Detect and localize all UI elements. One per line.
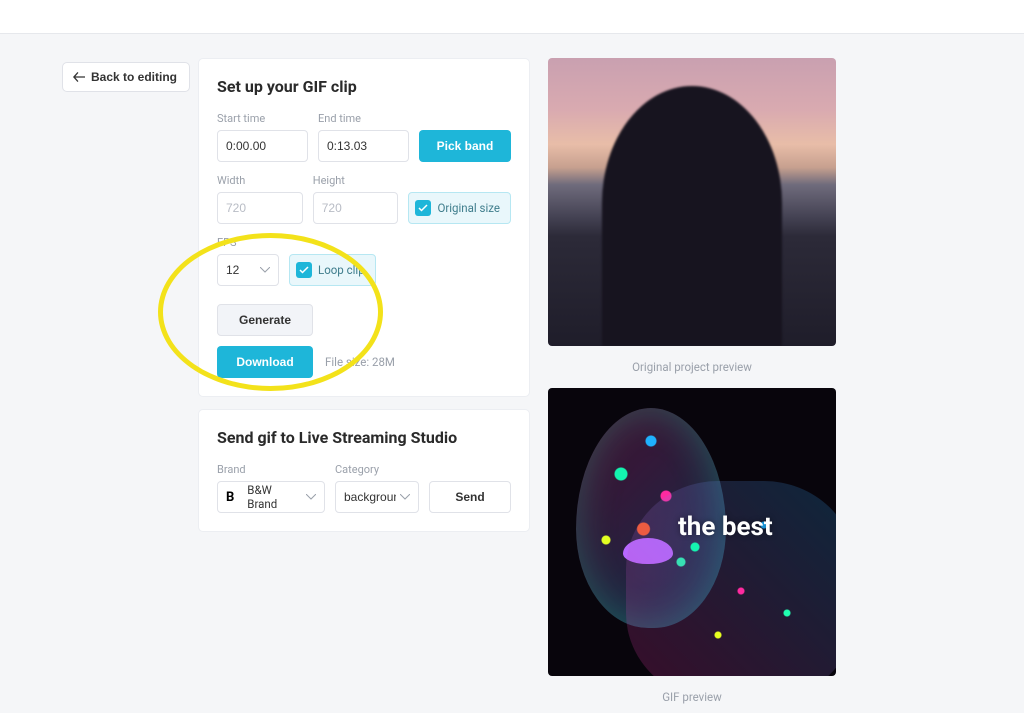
brand-select[interactable]: B B&W Brand xyxy=(217,481,325,513)
gif-overlay-text: the best xyxy=(678,512,773,542)
gif-preview-caption: GIF preview xyxy=(548,690,836,704)
width-label: Width xyxy=(217,174,303,187)
fps-label: FPS xyxy=(217,236,279,249)
fps-select[interactable]: 12 xyxy=(217,254,279,286)
generate-button[interactable]: Generate xyxy=(217,304,313,336)
start-time-input[interactable] xyxy=(217,130,308,162)
download-button[interactable]: Download xyxy=(217,346,313,378)
original-size-toggle[interactable]: Original size xyxy=(408,192,511,224)
brand-logo-icon: B xyxy=(226,490,234,505)
pick-band-button[interactable]: Pick band xyxy=(419,130,511,162)
file-size-text: File size: 28M xyxy=(325,355,395,369)
height-label: Height xyxy=(313,174,399,187)
brand-label: Brand xyxy=(217,463,325,476)
original-preview-caption: Original project preview xyxy=(548,360,836,374)
send-button[interactable]: Send xyxy=(429,481,511,513)
send-gif-panel: Send gif to Live Streaming Studio Brand … xyxy=(198,409,530,532)
original-preview: Videos xyxy=(548,58,836,346)
top-nav-bar xyxy=(0,0,1024,34)
category-select[interactable]: background xyxy=(335,481,419,513)
gif-preview: the best xyxy=(548,388,836,676)
category-label: Category xyxy=(335,463,419,476)
chevron-down-icon xyxy=(306,494,316,500)
check-icon xyxy=(296,262,312,278)
end-time-label: End time xyxy=(318,112,409,125)
back-label: Back to editing xyxy=(91,70,177,84)
end-time-input[interactable] xyxy=(318,130,409,162)
check-icon xyxy=(415,200,431,216)
start-time-label: Start time xyxy=(217,112,308,125)
loop-clip-toggle[interactable]: Loop clip xyxy=(289,254,376,286)
back-to-editing-button[interactable]: Back to editing xyxy=(62,62,190,92)
send-gif-title: Send gif to Live Streaming Studio xyxy=(217,428,511,447)
gif-setup-panel: Set up your GIF clip Start time End time… xyxy=(198,58,530,397)
width-input[interactable] xyxy=(217,192,303,224)
gif-setup-title: Set up your GIF clip xyxy=(217,77,511,96)
height-input[interactable] xyxy=(313,192,399,224)
arrow-left-icon xyxy=(73,72,85,82)
preview-overlay-text: Videos xyxy=(649,188,736,221)
